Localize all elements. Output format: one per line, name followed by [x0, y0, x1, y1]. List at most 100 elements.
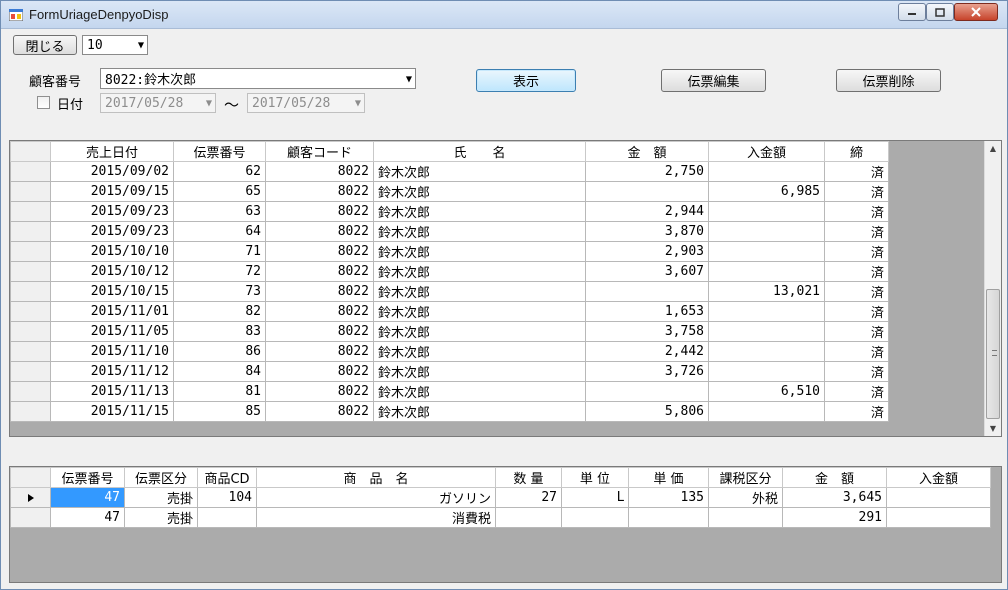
table-row[interactable]: 2015/11/13 81 8022 鈴木次郎 6,510 済 — [10, 381, 889, 402]
cell-product-code[interactable]: 104 — [197, 487, 257, 508]
column-header-customer-code[interactable]: 顧客コード — [265, 141, 374, 162]
cell-payment[interactable] — [886, 507, 991, 528]
cell-payment[interactable] — [708, 401, 825, 422]
cell-amount[interactable] — [585, 281, 709, 302]
cell-customer-name[interactable]: 鈴木次郎 — [373, 381, 586, 402]
cell-closed[interactable]: 済 — [824, 361, 889, 382]
show-button[interactable]: 表示 — [476, 69, 576, 92]
title-bar[interactable]: FormUriageDenpyoDisp — [1, 1, 1007, 29]
cell-sales-date[interactable]: 2015/09/15 — [50, 181, 174, 202]
row-header[interactable] — [10, 341, 51, 362]
cell-unit[interactable] — [561, 507, 629, 528]
column-header-product-name[interactable]: 商 品 名 — [256, 467, 496, 488]
table-row[interactable]: 2015/09/23 63 8022 鈴木次郎 2,944 済 — [10, 201, 889, 222]
table-row[interactable]: 2015/09/23 64 8022 鈴木次郎 3,870 済 — [10, 221, 889, 242]
cell-customer-code[interactable]: 8022 — [265, 261, 374, 282]
table-row[interactable]: 2015/11/01 82 8022 鈴木次郎 1,653 済 — [10, 301, 889, 322]
cell-closed[interactable]: 済 — [824, 321, 889, 342]
column-header-quantity[interactable]: 数 量 — [495, 467, 562, 488]
cell-slip-number[interactable]: 63 — [173, 201, 266, 222]
cell-unit-price[interactable] — [628, 507, 709, 528]
row-header[interactable] — [10, 321, 51, 342]
cell-payment[interactable]: 6,985 — [708, 181, 825, 202]
close-window-button[interactable] — [954, 3, 998, 21]
column-header-sales-date[interactable]: 売上日付 — [50, 141, 174, 162]
row-header[interactable] — [10, 487, 51, 508]
cell-customer-code[interactable]: 8022 — [265, 301, 374, 322]
row-header[interactable] — [10, 301, 51, 322]
minimize-button[interactable] — [898, 3, 926, 21]
row-header[interactable] — [10, 181, 51, 202]
cell-customer-name[interactable]: 鈴木次郎 — [373, 261, 586, 282]
cell-tax-type[interactable] — [708, 507, 783, 528]
cell-closed[interactable]: 済 — [824, 281, 889, 302]
cell-payment[interactable]: 13,021 — [708, 281, 825, 302]
date-from-picker[interactable]: 2017/05/28 ▼ — [100, 93, 216, 113]
cell-customer-name[interactable]: 鈴木次郎 — [373, 241, 586, 262]
cell-slip-number[interactable]: 62 — [173, 161, 266, 182]
cell-slip-number[interactable]: 71 — [173, 241, 266, 262]
cell-slip-number[interactable]: 47 — [50, 487, 125, 508]
cell-sales-date[interactable]: 2015/11/05 — [50, 321, 174, 342]
cell-customer-code[interactable]: 8022 — [265, 161, 374, 182]
column-header-amount[interactable]: 金 額 — [782, 467, 887, 488]
cell-payment[interactable] — [708, 301, 825, 322]
cell-closed[interactable]: 済 — [824, 161, 889, 182]
column-header-payment[interactable]: 入金額 — [708, 141, 825, 162]
cell-closed[interactable]: 済 — [824, 341, 889, 362]
row-header[interactable] — [10, 507, 51, 528]
cell-sales-date[interactable]: 2015/11/13 — [50, 381, 174, 402]
sales-slip-scrollbar[interactable]: ▲ ▼ — [984, 141, 1001, 436]
table-row[interactable]: 2015/11/10 86 8022 鈴木次郎 2,442 済 — [10, 341, 889, 362]
cell-amount[interactable]: 3,758 — [585, 321, 709, 342]
cell-customer-name[interactable]: 鈴木次郎 — [373, 321, 586, 342]
column-header-unit[interactable]: 単 位 — [561, 467, 629, 488]
cell-closed[interactable]: 済 — [824, 381, 889, 402]
close-button[interactable]: 閉じる — [13, 35, 77, 55]
cell-amount[interactable]: 5,806 — [585, 401, 709, 422]
cell-customer-name[interactable]: 鈴木次郎 — [373, 361, 586, 382]
cell-payment[interactable] — [708, 221, 825, 242]
cell-slip-number[interactable]: 65 — [173, 181, 266, 202]
cell-closed[interactable]: 済 — [824, 201, 889, 222]
cell-sales-date[interactable]: 2015/11/01 — [50, 301, 174, 322]
cell-customer-name[interactable]: 鈴木次郎 — [373, 161, 586, 182]
cell-amount[interactable]: 3,726 — [585, 361, 709, 382]
cell-payment[interactable] — [708, 341, 825, 362]
cell-quantity[interactable]: 27 — [495, 487, 562, 508]
cell-slip-number[interactable]: 83 — [173, 321, 266, 342]
cell-sales-date[interactable]: 2015/11/12 — [50, 361, 174, 382]
cell-customer-code[interactable]: 8022 — [265, 201, 374, 222]
cell-payment[interactable] — [708, 241, 825, 262]
column-header-amount[interactable]: 金 額 — [585, 141, 709, 162]
cell-slip-number[interactable]: 73 — [173, 281, 266, 302]
column-header-slip-type[interactable]: 伝票区分 — [124, 467, 198, 488]
row-header[interactable] — [10, 161, 51, 182]
slip-detail-grid[interactable]: 伝票番号 伝票区分 商品CD 商 品 名数 量単 位単 価課税区分金 額入金額 47 売… — [9, 466, 1002, 583]
table-row[interactable]: 2015/11/05 83 8022 鈴木次郎 3,758 済 — [10, 321, 889, 342]
column-header-unit-price[interactable]: 単 価 — [628, 467, 709, 488]
cell-customer-name[interactable]: 鈴木次郎 — [373, 181, 586, 202]
row-header[interactable] — [10, 201, 51, 222]
cell-product-name[interactable]: 消費税 — [256, 507, 496, 528]
count-select[interactable]: 10 ▼ — [82, 35, 148, 55]
cell-customer-name[interactable]: 鈴木次郎 — [373, 401, 586, 422]
table-row[interactable]: 2015/11/15 85 8022 鈴木次郎 5,806 済 — [10, 401, 889, 422]
row-header[interactable] — [10, 381, 51, 402]
cell-closed[interactable]: 済 — [824, 261, 889, 282]
cell-customer-name[interactable]: 鈴木次郎 — [373, 201, 586, 222]
row-header[interactable] — [10, 261, 51, 282]
cell-amount[interactable]: 2,903 — [585, 241, 709, 262]
cell-closed[interactable]: 済 — [824, 241, 889, 262]
row-header[interactable] — [10, 361, 51, 382]
cell-amount[interactable]: 291 — [782, 507, 887, 528]
cell-slip-number[interactable]: 64 — [173, 221, 266, 242]
table-row[interactable]: 2015/10/15 73 8022 鈴木次郎 13,021 済 — [10, 281, 889, 302]
cell-sales-date[interactable]: 2015/09/23 — [50, 221, 174, 242]
cell-amount[interactable]: 3,870 — [585, 221, 709, 242]
cell-slip-number[interactable]: 84 — [173, 361, 266, 382]
table-row[interactable]: 2015/09/15 65 8022 鈴木次郎 6,985 済 — [10, 181, 889, 202]
cell-payment[interactable] — [708, 321, 825, 342]
cell-sales-date[interactable]: 2015/11/15 — [50, 401, 174, 422]
date-checkbox[interactable] — [37, 96, 50, 109]
